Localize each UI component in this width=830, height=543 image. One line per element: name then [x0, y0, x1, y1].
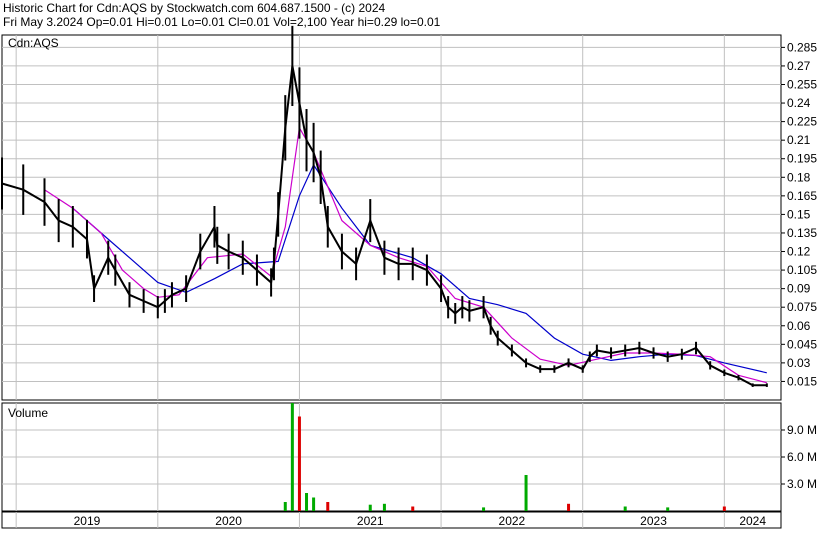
volume-bar	[524, 475, 528, 511]
volume-bar	[722, 506, 726, 511]
price-tick-label: 0.195	[787, 152, 817, 166]
year-label: 2024	[739, 514, 766, 528]
year-label: 2021	[357, 514, 384, 528]
symbol-label: Cdn:AQS	[8, 36, 59, 50]
volume-bar	[283, 502, 287, 511]
volume-bar	[312, 497, 316, 511]
price-tick-label: 0.255	[787, 77, 817, 91]
volume-bar	[482, 507, 486, 511]
volume-tick-label: 3.0 M	[787, 477, 817, 491]
year-label: 2019	[74, 514, 101, 528]
price-tick-label: 0.135	[787, 226, 817, 240]
volume-bar	[297, 416, 301, 511]
price-tick-label: 0.03	[787, 356, 811, 370]
price-tick-label: 0.06	[787, 319, 811, 333]
price-tick-label: 0.15	[787, 207, 811, 221]
year-label: 2023	[640, 514, 667, 528]
volume-tick-label: 6.0 M	[787, 450, 817, 464]
volume-bar	[368, 504, 372, 511]
volume-bar	[623, 506, 627, 511]
year-label: 2020	[215, 514, 242, 528]
price-tick-label: 0.015	[787, 374, 817, 388]
price-line	[1, 65, 767, 387]
volume-bar	[382, 503, 386, 511]
price-tick-label: 0.075	[787, 300, 817, 314]
volume-bar	[290, 403, 294, 511]
price-tick-label: 0.045	[787, 337, 817, 351]
volume-bar	[326, 502, 330, 511]
price-tick-label: 0.21	[787, 133, 811, 147]
price-tick-label: 0.18	[787, 170, 811, 184]
price-tick-label: 0.105	[787, 263, 817, 277]
price-volume-chart: 0.285 0.27 0.255 0.24 0.225 0.21 0.195 0.18 0.16…	[1, 25, 817, 529]
price-tick-label: 0.225	[787, 115, 817, 129]
price-tick-label: 0.09	[787, 282, 811, 296]
price-panel-frame	[1, 34, 782, 401]
price-tick-label: 0.165	[787, 189, 817, 203]
price-tick-label: 0.285	[787, 40, 817, 54]
price-tick-label: 0.24	[787, 96, 811, 110]
volume-bar	[567, 503, 571, 511]
volume-bar	[666, 507, 670, 511]
volume-bar	[305, 493, 309, 511]
volume-bar	[411, 506, 415, 511]
price-tick-label: 0.27	[787, 59, 811, 73]
price-tick-label: 0.12	[787, 245, 811, 259]
volume-tick-label: 9.0 M	[787, 423, 817, 437]
year-label: 2022	[499, 514, 526, 528]
volume-label: Volume	[8, 406, 48, 420]
